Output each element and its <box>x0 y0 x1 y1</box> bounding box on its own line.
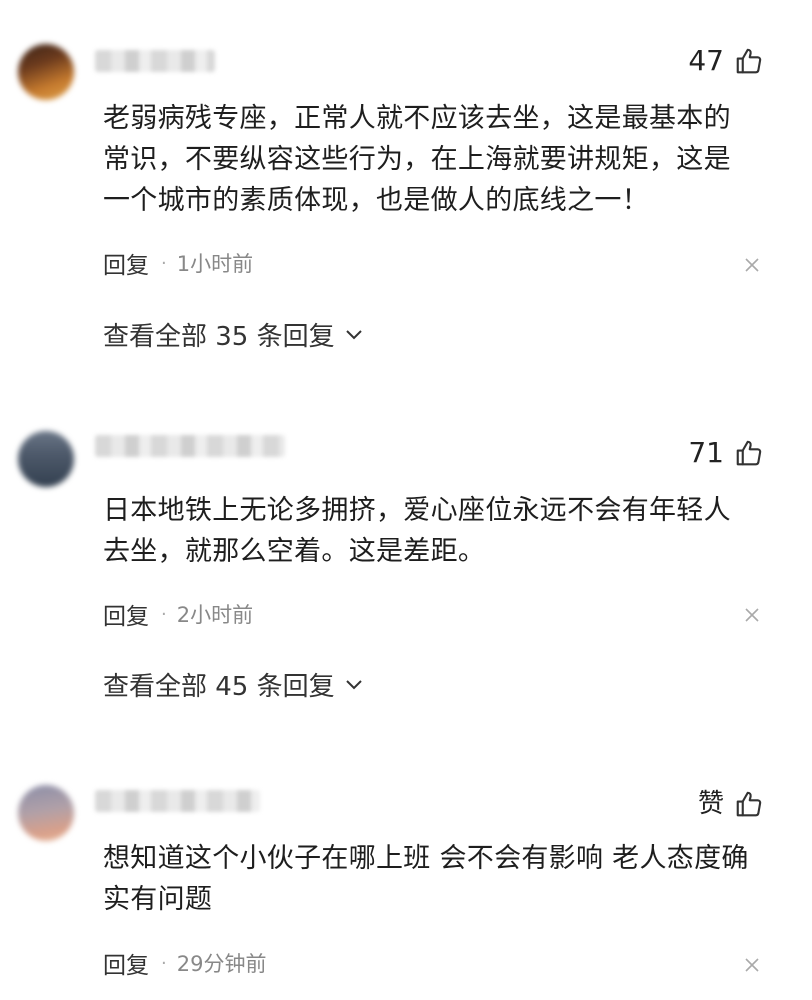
comment-meta: 回复 · 29分钟前 <box>103 946 266 980</box>
username[interactable] <box>95 790 260 812</box>
like-count: 71 <box>688 436 724 469</box>
thumbs-up-icon[interactable] <box>734 789 764 819</box>
reply-button[interactable]: 回复 <box>103 946 149 980</box>
view-all-replies-label: 查看全部 35 条回复 <box>103 322 335 352</box>
view-all-replies-button[interactable]: 查看全部 45 条回复 <box>103 666 363 703</box>
username[interactable] <box>95 50 215 72</box>
username[interactable] <box>95 435 285 457</box>
like-group[interactable]: 47 <box>688 46 764 76</box>
view-all-replies-label: 查看全部 45 条回复 <box>103 672 335 702</box>
avatar[interactable] <box>18 44 74 100</box>
thumbs-up-icon[interactable] <box>734 438 764 468</box>
view-all-replies-button[interactable]: 查看全部 35 条回复 <box>103 316 363 353</box>
separator-dot: · <box>161 952 167 974</box>
timestamp: 2小时前 <box>176 603 254 627</box>
reply-button[interactable]: 回复 <box>103 246 149 280</box>
close-icon[interactable] <box>744 257 760 273</box>
comment-text: 老弱病残专座，正常人就不应该去坐，这是最基本的 常识，不要纵容这些行为，在上海就… <box>103 103 731 216</box>
avatar[interactable] <box>18 785 74 841</box>
close-icon[interactable] <box>744 957 760 973</box>
like-count: 47 <box>688 44 724 77</box>
avatar[interactable] <box>18 431 74 487</box>
like-group[interactable]: 赞 <box>698 789 764 819</box>
thumbs-up-icon[interactable] <box>734 46 764 76</box>
chevron-down-icon <box>345 679 362 689</box>
comment-text: 想知道这个小伙子在哪上班 会不会有影响 老人态度确 实有问题 <box>103 843 749 915</box>
reply-button[interactable]: 回复 <box>103 597 149 631</box>
close-icon[interactable] <box>744 607 760 623</box>
timestamp: 29分钟前 <box>176 952 267 976</box>
comment-text: 日本地铁上无论多拥挤，爱心座位永远不会有年轻人 去坐，就那么空着。这是差距。 <box>103 495 731 567</box>
separator-dot: · <box>161 252 167 274</box>
timestamp: 1小时前 <box>176 252 254 276</box>
like-count: 赞 <box>697 789 724 819</box>
like-group[interactable]: 71 <box>688 438 764 468</box>
comment-meta: 回复 · 1小时前 <box>103 246 253 280</box>
chevron-down-icon <box>345 329 362 339</box>
separator-dot: · <box>161 603 167 625</box>
comment-meta: 回复 · 2小时前 <box>103 597 253 631</box>
